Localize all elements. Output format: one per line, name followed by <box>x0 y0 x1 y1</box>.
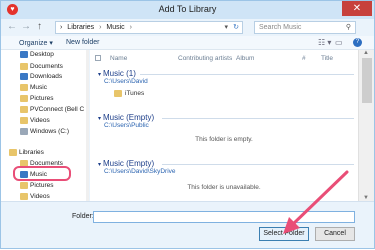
drive-icon <box>20 128 28 135</box>
nav-scrollbar[interactable] <box>86 50 89 201</box>
nav-library-pictures[interactable]: Pictures <box>20 182 53 189</box>
nav-item-documents[interactable]: Documents <box>20 63 63 70</box>
group-header[interactable]: ▾ Music (Empty) <box>98 159 154 168</box>
videos-library-icon <box>20 193 28 200</box>
nav-item-videos[interactable]: Videos <box>20 117 50 124</box>
column-contributing-artists[interactable]: Contributing artists <box>178 55 232 62</box>
title-bar: ♥ Add To Library ✕ <box>1 1 374 19</box>
window-title: Add To Library <box>158 4 217 14</box>
select-all-checkbox[interactable] <box>95 55 101 61</box>
column-number[interactable]: # <box>302 55 306 62</box>
column-headers: Name Contributing artists Album # Title <box>90 52 358 64</box>
scroll-thumb[interactable] <box>362 58 372 103</box>
videos-folder-icon <box>20 117 28 124</box>
organize-button[interactable]: Organize ▾ <box>19 39 53 47</box>
up-arrow-icon[interactable]: ↑ <box>37 21 42 33</box>
search-input[interactable]: Search Music ⚲ <box>254 21 356 34</box>
nav-item-pvconnect[interactable]: PVConnect (Bell C <box>20 106 84 113</box>
nav-item-desktop[interactable]: Desktop <box>20 51 54 58</box>
desktop-icon <box>20 51 28 58</box>
column-title[interactable]: Title <box>321 55 333 62</box>
content-scrollbar[interactable]: ▲ ▼ <box>358 50 374 201</box>
new-folder-button[interactable]: New folder <box>66 39 99 46</box>
close-button[interactable]: ✕ <box>342 1 372 16</box>
scroll-up-icon[interactable]: ▲ <box>363 50 369 56</box>
back-arrow-icon[interactable]: ← <box>7 21 17 33</box>
help-icon[interactable]: ? <box>353 38 362 47</box>
music-folder-icon <box>20 84 28 91</box>
pictures-library-icon <box>20 182 28 189</box>
add-to-library-dialog: ♥ Add To Library ✕ ← → ↑ › Libraries › M… <box>0 0 375 249</box>
address-row: ← → ↑ › Libraries › Music › ▾ ↻ Search M… <box>1 19 374 35</box>
nav-item-windows-c[interactable]: Windows (C:) <box>20 128 69 135</box>
view-options-icon[interactable]: ☷ ▾ <box>318 38 331 47</box>
breadcrumb-libraries[interactable]: Libraries <box>67 24 94 31</box>
nav-libraries[interactable]: Libraries <box>9 149 44 156</box>
pictures-folder-icon <box>20 95 28 102</box>
list-item[interactable]: iTunes <box>114 90 144 97</box>
forward-arrow-icon[interactable]: → <box>21 21 31 33</box>
nav-item-music[interactable]: Music <box>20 84 47 91</box>
chevron-down-icon: ▾ <box>98 72 102 78</box>
toolbar: Organize ▾ New folder ☷ ▾ ▭ ? <box>1 36 374 50</box>
select-folder-button[interactable]: Select Folder <box>259 227 309 241</box>
folder-icon <box>20 63 28 70</box>
music-highlight-ring <box>13 166 71 181</box>
chevron-down-icon[interactable]: ▾ <box>224 22 228 33</box>
download-icon <box>20 73 28 80</box>
group-divider <box>140 74 354 75</box>
group-header[interactable]: ▾ Music (Empty) <box>98 113 154 122</box>
file-list: Name Contributing artists Album # Title … <box>90 50 358 201</box>
preview-pane-icon[interactable]: ▭ <box>335 38 343 47</box>
group-path[interactable]: C:\Users\Public <box>104 122 149 129</box>
group-header[interactable]: ▾ Music (1) <box>98 69 136 78</box>
column-name[interactable]: Name <box>110 55 127 62</box>
group-divider <box>162 118 354 119</box>
folder-icon <box>20 106 28 113</box>
dialog-footer: Folder: Select Folder Cancel <box>1 201 374 248</box>
search-placeholder: Search Music <box>259 24 302 31</box>
folder-field[interactable] <box>93 211 355 223</box>
libraries-icon <box>9 149 17 156</box>
chevron-down-icon: ▾ <box>98 116 102 122</box>
nav-library-videos[interactable]: Videos <box>20 193 50 200</box>
search-icon[interactable]: ⚲ <box>346 22 351 33</box>
group-path[interactable]: C:\Users\David <box>104 78 148 85</box>
group-divider <box>162 164 354 165</box>
cancel-button[interactable]: Cancel <box>315 227 355 241</box>
refresh-icon[interactable]: ↻ <box>233 22 239 33</box>
nav-item-downloads[interactable]: Downloads <box>20 73 62 80</box>
address-sep-icon: › <box>60 24 63 31</box>
column-album[interactable]: Album <box>236 55 254 62</box>
folder-icon <box>114 90 122 97</box>
breadcrumb-music[interactable]: Music <box>106 24 124 31</box>
folder-label: Folder: <box>72 213 94 220</box>
nav-item-pictures[interactable]: Pictures <box>20 95 53 102</box>
chevron-down-icon: ▾ <box>98 162 102 168</box>
unavailable-folder-message: This folder is unavailable. <box>187 184 261 191</box>
empty-folder-message: This folder is empty. <box>195 136 253 143</box>
group-path[interactable]: C:\Users\David\SkyDrive <box>104 168 176 175</box>
address-bar[interactable]: › Libraries › Music › ▾ ↻ <box>55 21 243 34</box>
breadcrumb-separator: › <box>99 24 102 31</box>
breadcrumb-separator: › <box>129 24 132 31</box>
